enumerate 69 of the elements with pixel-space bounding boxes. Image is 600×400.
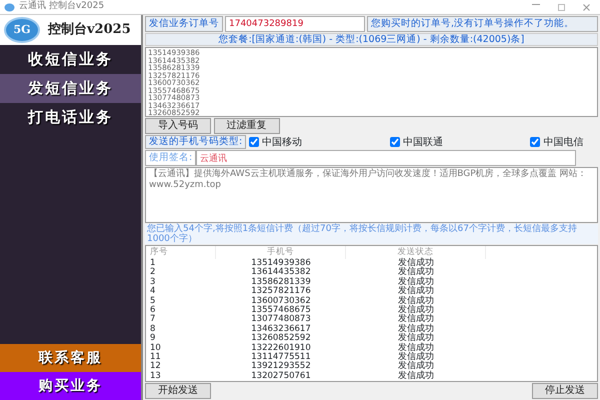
checkbox-label[interactable]: 中国电信 xyxy=(543,134,584,150)
table-cell-text: 发信成功 xyxy=(397,334,435,344)
table-cell-text: 发信成功 xyxy=(397,324,435,334)
order-label: 发信业务订单号 xyxy=(145,16,223,32)
sidebar-item[interactable]: 收短信业务 xyxy=(0,45,141,74)
stop-send-button[interactable]: 停止发送 xyxy=(532,383,598,399)
table-cell-text: 发信成功 xyxy=(397,372,435,381)
column-header: 手机号 xyxy=(216,246,346,259)
table-cell-text: 13202750761 xyxy=(250,372,312,381)
table-cell-text: 13257821176 xyxy=(250,287,312,296)
package-info: 您套餐:[国家通道:(韩国) - 类型:(1069三网通) - 剩余数量:(42005)条] xyxy=(145,33,598,46)
carrier-checkbox[interactable] xyxy=(530,137,540,147)
character-count-hint: 您已输入54个字,将按照1条短信计费（超过70字，将按长信规则计费，每条以67个字计费，长短信最多支持1000个字） xyxy=(145,224,598,244)
table-cell-text: 5 xyxy=(149,296,156,306)
table-cell-text: 13 xyxy=(149,372,162,381)
table-cell-text: 发信成功 xyxy=(397,268,435,278)
minimize-icon[interactable] xyxy=(532,4,540,6)
order-note: 您购买时的订单号,没有订单号操作不了功能。 xyxy=(367,16,598,32)
table-cell-text: 13921293552 xyxy=(250,362,312,372)
table-cell-text: 12 xyxy=(149,362,162,372)
table-cell-text: 7 xyxy=(149,315,156,324)
table-cell-text: 13514939386 xyxy=(250,259,312,268)
close-icon[interactable] xyxy=(583,4,590,10)
order-field[interactable]: 1740473289819 xyxy=(225,16,365,32)
table-cell-text: 9 xyxy=(149,334,156,344)
table-cell-text: 8 xyxy=(149,324,156,334)
sidebar-item[interactable]: 购买业务 xyxy=(0,372,141,400)
table-cell-text: 11 xyxy=(149,353,162,362)
table-cell-text: 13614435382 xyxy=(250,268,312,278)
table-cell-text: 13463236617 xyxy=(250,324,312,334)
table-cell-text: 1 xyxy=(149,259,156,268)
table-cell-text: 13222601910 xyxy=(250,344,312,353)
message-field[interactable]: 【云通讯】提供海外AWS云主机联通服务，保证海外用户访问收发速度！适用BGP机房，全球多点覆盖 网站：www.52yzm.top xyxy=(145,167,598,223)
table-cell-text: 2 xyxy=(149,268,156,278)
table-cell-text: 发信成功 xyxy=(397,287,435,296)
logo-badge: 5G xyxy=(4,17,40,43)
app-title: 控制台v2025 xyxy=(48,21,131,40)
signature-label: 使用签名: xyxy=(145,150,196,166)
table-cell-text: 13557468675 xyxy=(250,306,312,316)
carrier-checkbox[interactable] xyxy=(249,137,260,147)
table-cell-text: 10 xyxy=(149,344,162,353)
carrier-label: 发送的手机号码类型: xyxy=(145,135,246,149)
table-cell-text: 13600730362 xyxy=(250,296,312,306)
table-cell-text: 13586281339 xyxy=(250,278,312,287)
table-cell-text: 6 xyxy=(149,306,156,316)
toolbar-button[interactable]: 导入号码 xyxy=(145,118,211,134)
table-cell-text: 13260852592 xyxy=(250,334,312,344)
table-cell-text: 发信成功 xyxy=(397,344,435,353)
table-cell-text: 发信成功 xyxy=(397,278,435,287)
table-cell-text: 4 xyxy=(149,287,156,296)
signature-field[interactable]: 云通讯 xyxy=(196,150,576,166)
table-cell-text: 13114775511 xyxy=(250,353,312,362)
table-cell-text: 发信成功 xyxy=(397,259,435,268)
table-cell-text: 发信成功 xyxy=(397,315,435,324)
table-cell-text: 3 xyxy=(149,278,156,287)
carrier-checkbox[interactable] xyxy=(390,137,400,147)
table-cell-text: 发信成功 xyxy=(397,362,435,372)
sidebar-item[interactable]: 联系客服 xyxy=(0,344,141,372)
table-cell-text: 发信成功 xyxy=(397,296,435,306)
toolbar-button[interactable]: 过滤重复 xyxy=(214,118,280,134)
checkbox-label[interactable]: 中国联通 xyxy=(402,134,443,150)
start-send-button[interactable]: 开始发送 xyxy=(145,383,211,399)
column-header: 发送状态 xyxy=(346,246,486,259)
checkbox-label[interactable]: 中国移动 xyxy=(262,134,302,150)
sidebar-item[interactable]: 发短信业务 xyxy=(0,74,141,103)
table-cell-text: 13077480873 xyxy=(250,315,312,324)
window-title: 云通讯 控制台v2025 xyxy=(19,0,104,14)
column-header: 序号 xyxy=(146,246,216,259)
sidebar-item[interactable]: 打电话业务 xyxy=(0,103,141,132)
